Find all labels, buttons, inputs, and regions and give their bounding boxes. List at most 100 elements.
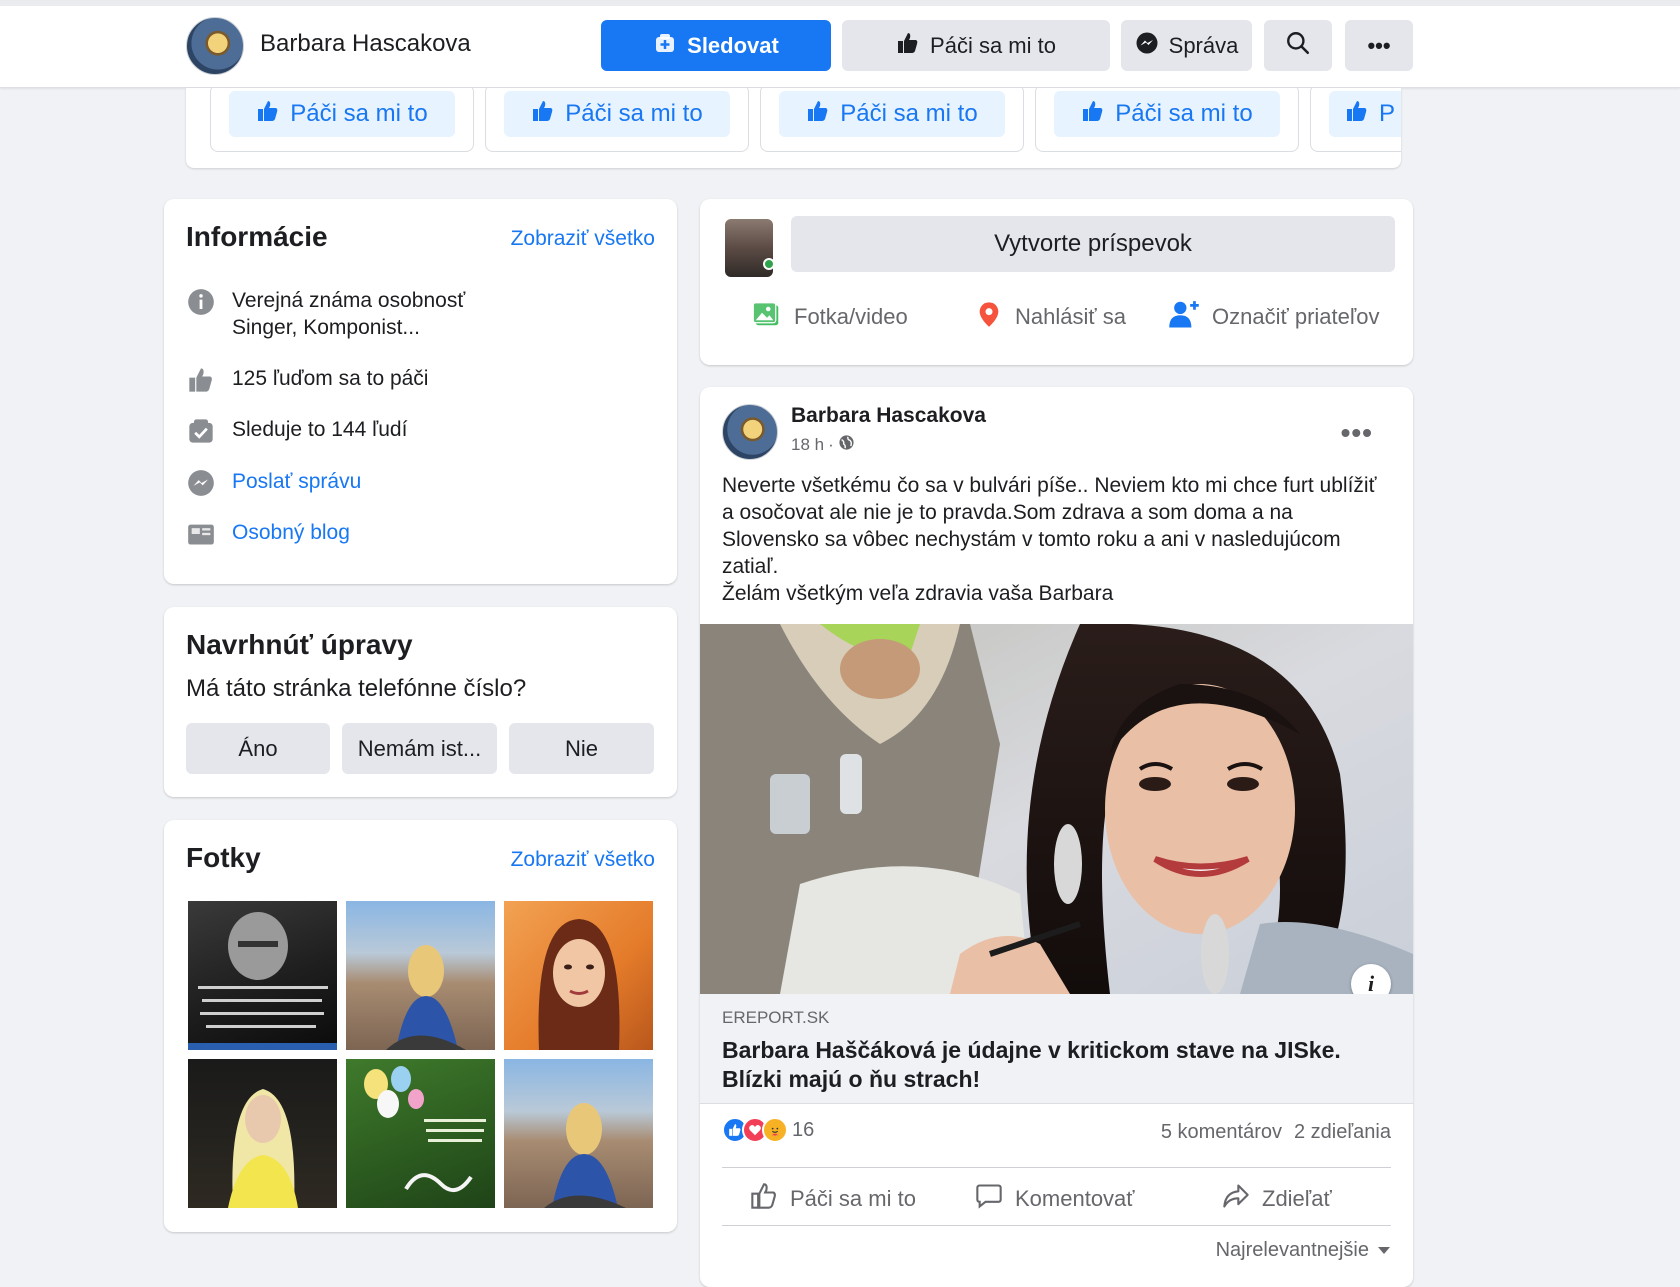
photo-thumbnail[interactable]: [346, 1059, 495, 1208]
message-button[interactable]: Správa: [1121, 20, 1252, 71]
photo-thumbnail[interactable]: [504, 901, 653, 1050]
followers-check-icon: [186, 416, 216, 446]
thumbs-up-icon: [806, 99, 830, 130]
category-row: Verejná známa osobnosť Singer, Komponist…: [186, 287, 465, 341]
create-post-input[interactable]: Vytvorte príspevok: [791, 216, 1395, 272]
category-line-2: Singer, Komponist...: [232, 316, 420, 339]
answer-unsure-button[interactable]: Nemám ist...: [342, 723, 497, 774]
photo-thumbnail[interactable]: [346, 901, 495, 1050]
thumbs-up-icon: [896, 31, 920, 61]
post-author-avatar[interactable]: [722, 404, 778, 460]
suggested-page-card: Páči sa mi to: [760, 88, 1024, 152]
thumbs-up-icon: [531, 99, 555, 130]
sort-label: Najrelevantnejšie: [1215, 1239, 1369, 1261]
tag-friends-button[interactable]: Označiť priateľov: [1168, 299, 1380, 335]
post-text: Neverte všetkému čo sa v bulvári píše.. …: [722, 472, 1392, 607]
suggested-page-card: Páči sa mi to: [210, 88, 474, 152]
comments-count[interactable]: 5 komentárov: [1161, 1121, 1282, 1144]
meta-separator: ·: [828, 435, 834, 454]
thumbs-up-icon: [256, 99, 280, 130]
check-in-label: Nahlásiť sa: [1015, 304, 1126, 329]
photos-see-all-link[interactable]: Zobraziť všetko: [511, 848, 655, 872]
answer-yes-button[interactable]: Áno: [186, 723, 330, 774]
search-icon: [1285, 30, 1311, 62]
link-preview[interactable]: EREPORT.SK Barbara Haščáková je údajne v…: [700, 994, 1413, 1104]
post-options-icon[interactable]: •••: [1341, 417, 1373, 449]
post-text-paragraph: Neverte všetkému čo sa v bulvári píše.. …: [722, 474, 1377, 578]
more-dots-icon: •••: [1367, 32, 1391, 58]
suggested-like-label: P: [1379, 100, 1396, 127]
page-avatar[interactable]: [186, 17, 244, 75]
suggest-edits-title: Navrhnúť úpravy: [186, 629, 413, 660]
tag-friends-label: Označiť priateľov: [1212, 304, 1380, 329]
send-message-link[interactable]: Poslať správu: [232, 468, 361, 495]
follow-button[interactable]: Sledovat: [601, 20, 831, 71]
reaction-icons: [722, 1117, 788, 1143]
messenger-icon: [186, 468, 216, 498]
link-title[interactable]: Barbara Haščáková je údajne v kritickom …: [722, 1036, 1382, 1094]
location-pin-icon: [975, 299, 1003, 335]
globe-icon: [838, 434, 855, 456]
photos-title: Fotky: [186, 842, 261, 873]
suggested-page-card: Páči sa mi to: [1035, 88, 1299, 152]
post-timestamp[interactable]: 18 h: [791, 435, 824, 455]
feed-post: Barbara Hascakova 18 h · ••• Neverte vše…: [700, 387, 1413, 1287]
likes-count-text: 125 ľuďom sa to páči: [232, 367, 429, 390]
photo-thumbnail[interactable]: [504, 1059, 653, 1208]
comment-label: Komentovať: [1015, 1186, 1135, 1211]
info-icon: [186, 287, 216, 317]
comment-button[interactable]: Komentovať: [975, 1182, 1135, 1216]
photo-video-button[interactable]: Fotka/video: [752, 299, 908, 335]
photos-card: Fotky Zobraziť všetko: [164, 820, 677, 1232]
suggested-pages-strip: Páči sa mi to Páči sa mi to Páči sa mi t…: [186, 88, 1401, 168]
reaction-count: 16: [792, 1118, 815, 1141]
about-title: Informácie: [186, 221, 328, 252]
answer-no-button[interactable]: Nie: [509, 723, 654, 774]
like-post-label: Páči sa mi to: [790, 1186, 916, 1211]
suggested-like-button[interactable]: Páči sa mi to: [779, 91, 1005, 137]
suggested-like-button[interactable]: P: [1329, 91, 1401, 137]
suggested-like-label: Páči sa mi to: [290, 100, 428, 127]
messenger-icon: [1135, 31, 1159, 61]
suggested-like-button[interactable]: Páči sa mi to: [504, 91, 730, 137]
message-label: Správa: [1168, 32, 1239, 58]
suggested-like-label: Páči sa mi to: [1115, 100, 1253, 127]
comment-sort-dropdown[interactable]: Najrelevantnejšie: [1216, 1239, 1391, 1262]
about-see-all-link[interactable]: Zobraziť všetko: [511, 227, 655, 251]
comment-icon: [975, 1182, 1003, 1216]
post-author-name[interactable]: Barbara Hascakova: [791, 404, 986, 428]
send-message-row[interactable]: Poslať správu: [186, 468, 361, 498]
like-page-button[interactable]: Páči sa mi to: [842, 20, 1110, 71]
post-text-paragraph: Želám všetkým veľa zdravia vaša Barbara: [722, 582, 1114, 605]
thumbs-up-icon: [1345, 99, 1369, 130]
photo-video-label: Fotka/video: [794, 304, 908, 329]
photo-thumbnail[interactable]: [188, 901, 337, 1050]
suggested-like-button[interactable]: Páči sa mi to: [1054, 91, 1280, 137]
like-post-button[interactable]: Páči sa mi to: [750, 1182, 916, 1216]
post-meta: 18 h ·: [791, 434, 855, 456]
follow-icon: [653, 31, 677, 61]
check-in-button[interactable]: Nahlásiť sa: [975, 299, 1126, 335]
care-reaction-icon: [762, 1117, 788, 1143]
category-line-1: Verejná známa osobnosť: [232, 289, 466, 312]
more-options-button[interactable]: •••: [1345, 20, 1413, 71]
blog-link[interactable]: Osobný blog: [232, 519, 350, 546]
search-button[interactable]: [1264, 20, 1332, 71]
suggested-like-button[interactable]: Páči sa mi to: [229, 91, 455, 137]
likes-row: 125 ľuďom sa to páči: [186, 365, 428, 395]
blog-icon: [186, 519, 216, 549]
reactions-summary[interactable]: 16: [722, 1117, 814, 1143]
blog-row[interactable]: Osobný blog: [186, 519, 350, 549]
share-button[interactable]: Zdieľať: [1222, 1182, 1332, 1216]
share-label: Zdieľať: [1262, 1186, 1332, 1211]
actions-divider-bottom: [722, 1225, 1391, 1226]
header-top-border: [0, 0, 1680, 6]
suggested-page-card: Páči sa mi to: [485, 88, 749, 152]
about-card: Informácie Zobraziť všetko Verejná známa…: [164, 199, 677, 584]
photo-thumbnail[interactable]: [188, 1059, 337, 1208]
page-name[interactable]: Barbara Hascakova: [260, 30, 471, 58]
photo-icon: [752, 299, 782, 335]
shares-count[interactable]: 2 zdieľania: [1294, 1121, 1391, 1144]
post-link-image[interactable]: i: [700, 624, 1413, 994]
thumbs-up-outline-icon: [750, 1182, 778, 1216]
